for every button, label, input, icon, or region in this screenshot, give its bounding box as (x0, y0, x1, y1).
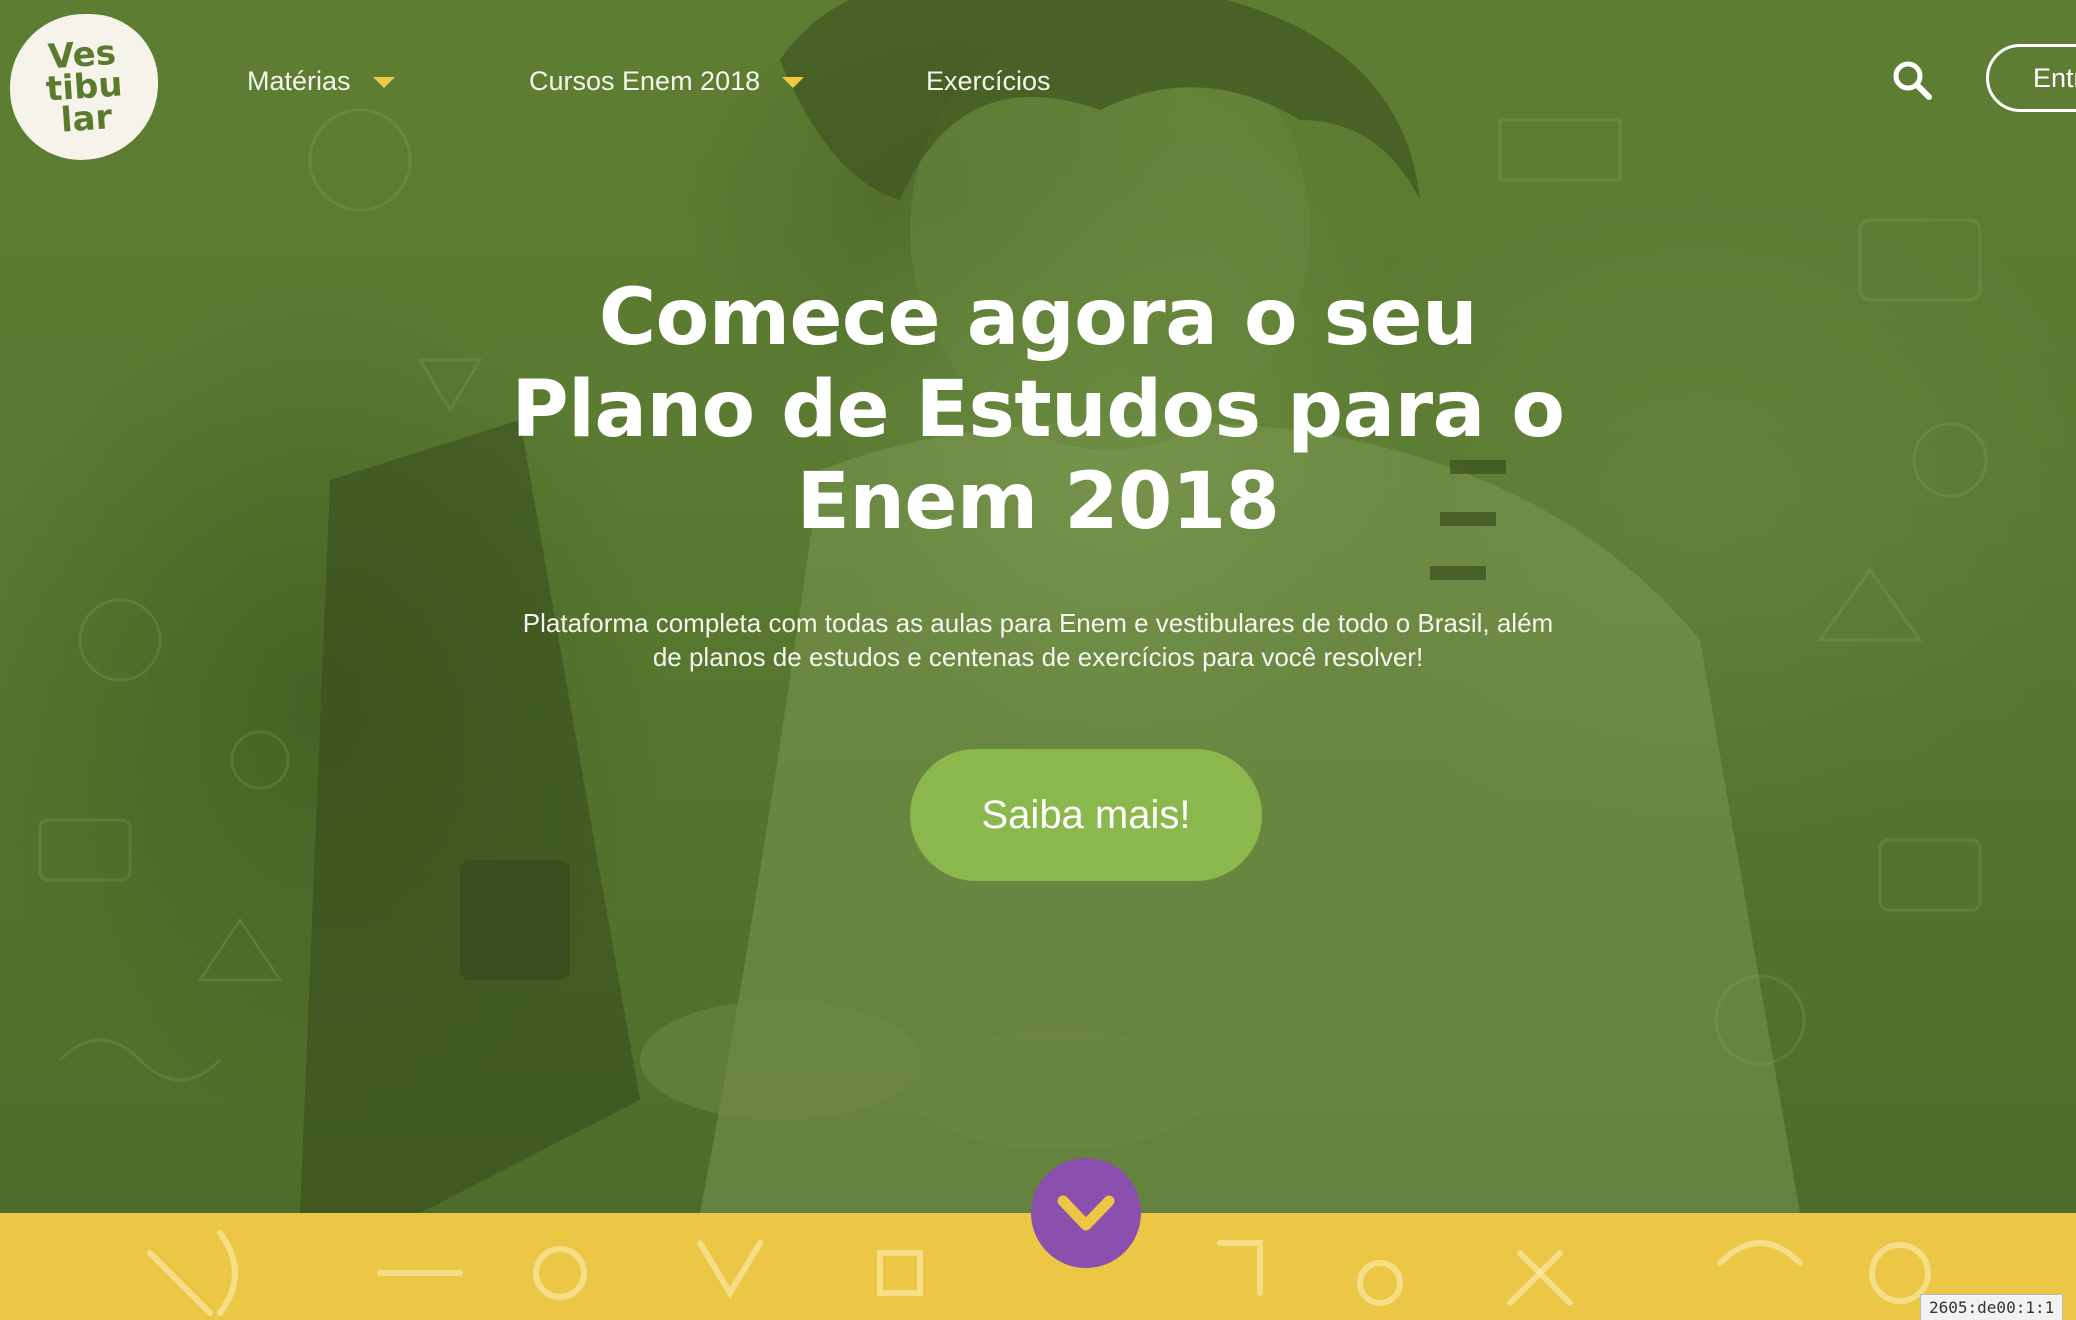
hero-section: Ves tibu lar Matérias Cursos Enem 2018 E… (0, 0, 2076, 1213)
logo-wordmark: Ves tibu lar (43, 33, 126, 141)
site-logo[interactable]: Ves tibu lar (10, 14, 158, 160)
search-icon (1893, 61, 1932, 100)
nav-item-label: Matérias (247, 66, 351, 96)
hero-subtext: Plataforma completa com todas as aulas p… (522, 608, 1554, 672)
search-button[interactable] (1890, 58, 1934, 102)
caret-down-icon (782, 77, 805, 88)
nav-item-exercicios[interactable]: Exercícios (926, 66, 1051, 97)
nav-item-materias[interactable]: Matérias (247, 66, 395, 97)
login-button[interactable]: Entr (1986, 44, 2076, 112)
nav-item-label: Cursos Enem 2018 (529, 66, 761, 96)
nav-item-label: Exercícios (926, 66, 1051, 96)
scroll-down-button[interactable] (1031, 1158, 1141, 1268)
status-url-tooltip: 2605:de00:1:1 (1920, 1294, 2064, 1320)
caret-down-icon (372, 77, 395, 88)
page: Ves tibu lar Matérias Cursos Enem 2018 E… (0, 0, 2076, 1320)
chevron-down-icon (1057, 1195, 1115, 1231)
hero-headline: Comece agora o seu Plano de Estudos para… (511, 273, 1565, 547)
login-button-label: Entr (2033, 62, 2076, 93)
saiba-mais-button[interactable]: Saiba mais! (910, 749, 1262, 881)
nav-item-cursos-enem[interactable]: Cursos Enem 2018 (529, 66, 805, 97)
top-navigation: Ves tibu lar Matérias Cursos Enem 2018 E… (0, 0, 2076, 170)
